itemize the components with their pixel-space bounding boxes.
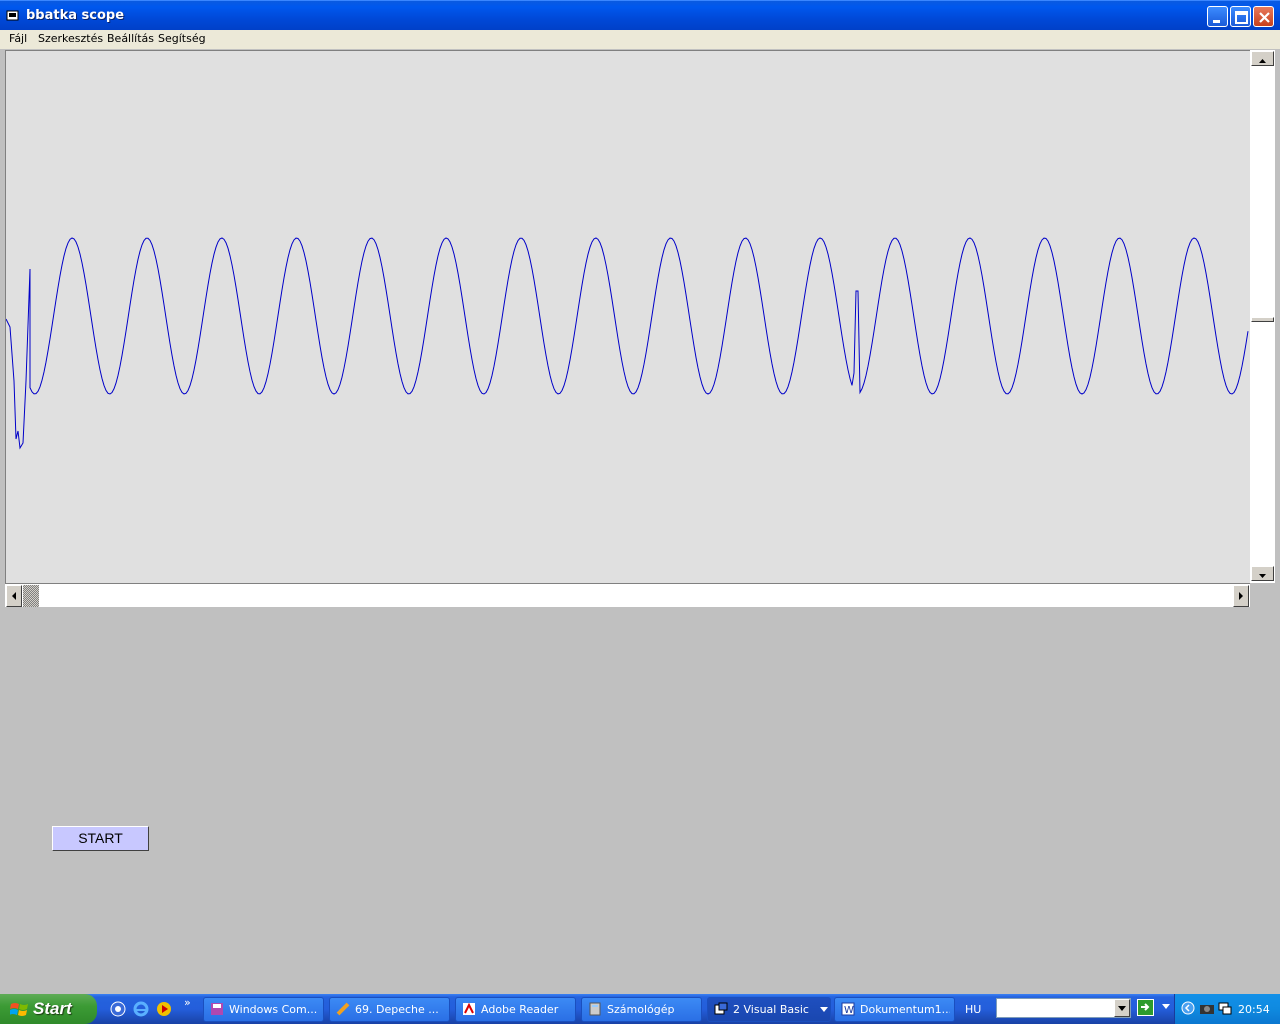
scroll-up-button[interactable] bbox=[1251, 51, 1274, 66]
task-windows-commander[interactable]: Windows Com... bbox=[203, 997, 324, 1022]
floppy-icon bbox=[211, 1003, 223, 1015]
address-toolbar-input[interactable] bbox=[996, 998, 1131, 1018]
menu-settings[interactable]: Beállítás bbox=[107, 32, 154, 45]
arrow-right-icon bbox=[1141, 1003, 1150, 1011]
vertical-scrollbar[interactable] bbox=[1250, 50, 1275, 583]
scroll-left-button[interactable] bbox=[6, 585, 22, 607]
horizontal-scroll-thumb[interactable] bbox=[23, 585, 39, 607]
task-label: Windows Com... bbox=[229, 1003, 318, 1016]
camera-icon[interactable] bbox=[1199, 1000, 1215, 1016]
svg-text:W: W bbox=[844, 1005, 854, 1016]
task-label: Adobe Reader bbox=[481, 1003, 559, 1016]
music-icon bbox=[336, 1002, 350, 1016]
realplayer-icon[interactable] bbox=[156, 1001, 172, 1017]
task-label: Számológép bbox=[607, 1003, 675, 1016]
task-calculator[interactable]: Számológép bbox=[581, 997, 702, 1022]
quicklaunch-chevron-icon[interactable]: » bbox=[184, 996, 191, 1009]
scroll-down-button[interactable] bbox=[1251, 566, 1274, 581]
word-icon: W bbox=[841, 1002, 855, 1016]
app-icon bbox=[6, 10, 19, 21]
task-label: Dokumentum1... bbox=[860, 1003, 950, 1016]
minimize-button[interactable] bbox=[1207, 6, 1228, 27]
pdf-icon bbox=[463, 1002, 475, 1015]
language-indicator[interactable]: HU bbox=[965, 1003, 981, 1016]
calculator-icon bbox=[589, 1002, 601, 1016]
task-label: 69. Depeche ... bbox=[355, 1003, 439, 1016]
windows-logo-icon bbox=[10, 1003, 28, 1016]
waveform-plot bbox=[5, 237, 1249, 450]
vertical-scroll-thumb[interactable] bbox=[1251, 317, 1274, 322]
start-menu-button[interactable]: Start bbox=[0, 994, 97, 1024]
task-label: 2 Visual Basic bbox=[733, 1003, 809, 1016]
start-button[interactable]: START bbox=[52, 826, 149, 851]
vb-icon bbox=[714, 1002, 728, 1015]
menu-help[interactable]: Segítség bbox=[158, 32, 206, 45]
taskbar: Start » Windows Com... 69. Depeche ... A… bbox=[0, 994, 1280, 1024]
close-button[interactable] bbox=[1253, 6, 1274, 27]
menu-file[interactable]: Fájl bbox=[9, 32, 27, 45]
address-dropdown-button[interactable] bbox=[1114, 999, 1130, 1017]
go-button[interactable] bbox=[1137, 999, 1154, 1016]
horizontal-scrollbar[interactable] bbox=[5, 583, 1250, 607]
internet-explorer-icon[interactable] bbox=[133, 1001, 149, 1017]
menu-edit[interactable]: Szerkesztés bbox=[38, 32, 103, 45]
task-word-document[interactable]: W Dokumentum1... bbox=[834, 997, 955, 1022]
task-visual-basic[interactable]: 2 Visual Basic bbox=[707, 997, 831, 1022]
media-player-icon[interactable] bbox=[110, 1001, 126, 1017]
title-bar[interactable]: bbatka scope bbox=[0, 0, 1280, 30]
clock: 20:54 bbox=[1238, 1003, 1270, 1016]
task-adobe-reader[interactable]: Adobe Reader bbox=[455, 997, 576, 1022]
scroll-right-button[interactable] bbox=[1233, 585, 1249, 607]
tray-expand-icon[interactable] bbox=[1181, 1001, 1195, 1015]
waveform-trace bbox=[5, 237, 1249, 450]
network-icon[interactable] bbox=[1217, 1000, 1233, 1016]
task-depeche[interactable]: 69. Depeche ... bbox=[329, 997, 450, 1022]
toolbar-options-icon[interactable] bbox=[1162, 1004, 1170, 1010]
chevron-down-icon bbox=[820, 1007, 828, 1012]
window-title: bbatka scope bbox=[26, 8, 125, 23]
scope-display bbox=[5, 50, 1250, 583]
start-label: Start bbox=[33, 999, 72, 1018]
menu-bar: Fájl Szerkesztés Beállítás Segítség bbox=[0, 30, 1280, 49]
maximize-button[interactable] bbox=[1230, 6, 1251, 27]
